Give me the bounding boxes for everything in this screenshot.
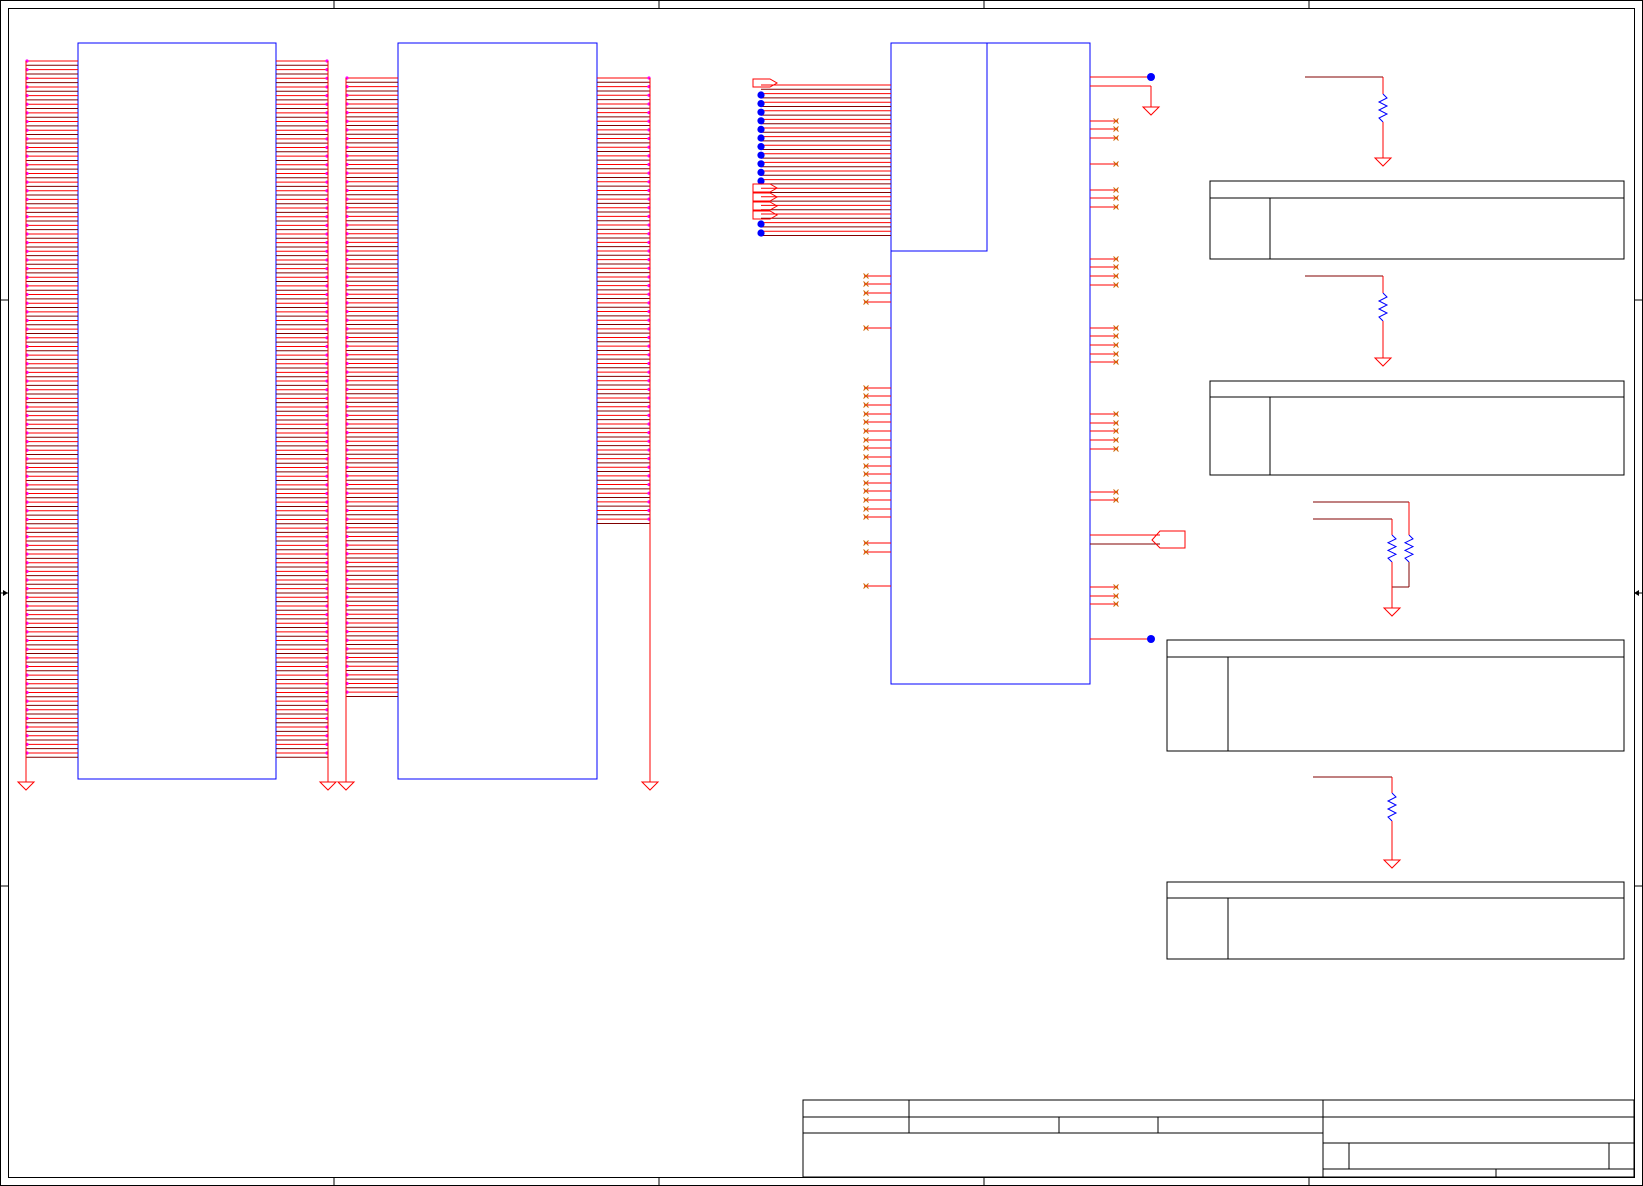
- drawing-frame: [0, 0, 1643, 1186]
- ground-symbol: [1141, 101, 1161, 116]
- resistor: [1377, 93, 1389, 123]
- table-frame: [1166, 881, 1625, 960]
- notes-tables: [1166, 180, 1625, 960]
- junction-dot: [757, 229, 765, 237]
- connector-middle: [336, 42, 660, 791]
- resistor: [1403, 534, 1415, 563]
- ic-subunit: [890, 42, 988, 252]
- notes-table: [1209, 180, 1625, 260]
- junction-dot: [757, 125, 765, 133]
- notes-table: [1209, 380, 1625, 476]
- outer-border: [0, 0, 1643, 1186]
- notes-table: [1166, 639, 1625, 752]
- ground-symbol: [640, 776, 660, 791]
- ic-body: [890, 42, 1091, 685]
- junction-dot: [757, 91, 765, 99]
- ground-symbol: [1382, 854, 1402, 869]
- table-frame: [1209, 380, 1625, 476]
- resistor: [1386, 792, 1398, 822]
- junction-dot: [757, 117, 765, 125]
- pullup-resistors: [1305, 76, 1415, 869]
- ground-symbol: [16, 776, 36, 791]
- resistor: [1386, 534, 1398, 563]
- connector-body: [77, 42, 277, 780]
- power-junction: [1147, 73, 1155, 81]
- notes-table: [1166, 881, 1625, 960]
- resistor: [1377, 292, 1389, 322]
- signal-junction: [1147, 635, 1155, 643]
- junction-dot: [757, 160, 765, 168]
- schematic-canvas: [0, 0, 1643, 1186]
- connector-body: [397, 42, 598, 780]
- table-frame: [1209, 180, 1625, 260]
- connector-left: [16, 42, 338, 791]
- ground-symbol: [318, 776, 338, 791]
- off-page-port: [1151, 530, 1186, 549]
- junction-dot: [757, 168, 765, 176]
- ground-symbol: [1373, 152, 1393, 167]
- zone-arrow: [3, 590, 8, 596]
- off-page-port: [752, 201, 779, 211]
- junction-dot: [757, 108, 765, 116]
- junction-dot: [757, 143, 765, 151]
- ground-symbol: [336, 776, 356, 791]
- title-block: [802, 1099, 1635, 1178]
- main-ic: [752, 42, 1186, 685]
- off-page-port: [752, 78, 779, 88]
- title-block-frame: [802, 1099, 1635, 1178]
- junction-dot: [757, 220, 765, 228]
- ground-symbol: [1382, 602, 1402, 617]
- junction-dot: [757, 151, 765, 159]
- ground-symbol: [1373, 352, 1393, 367]
- junction-dot: [757, 100, 765, 108]
- junction-dot: [757, 134, 765, 142]
